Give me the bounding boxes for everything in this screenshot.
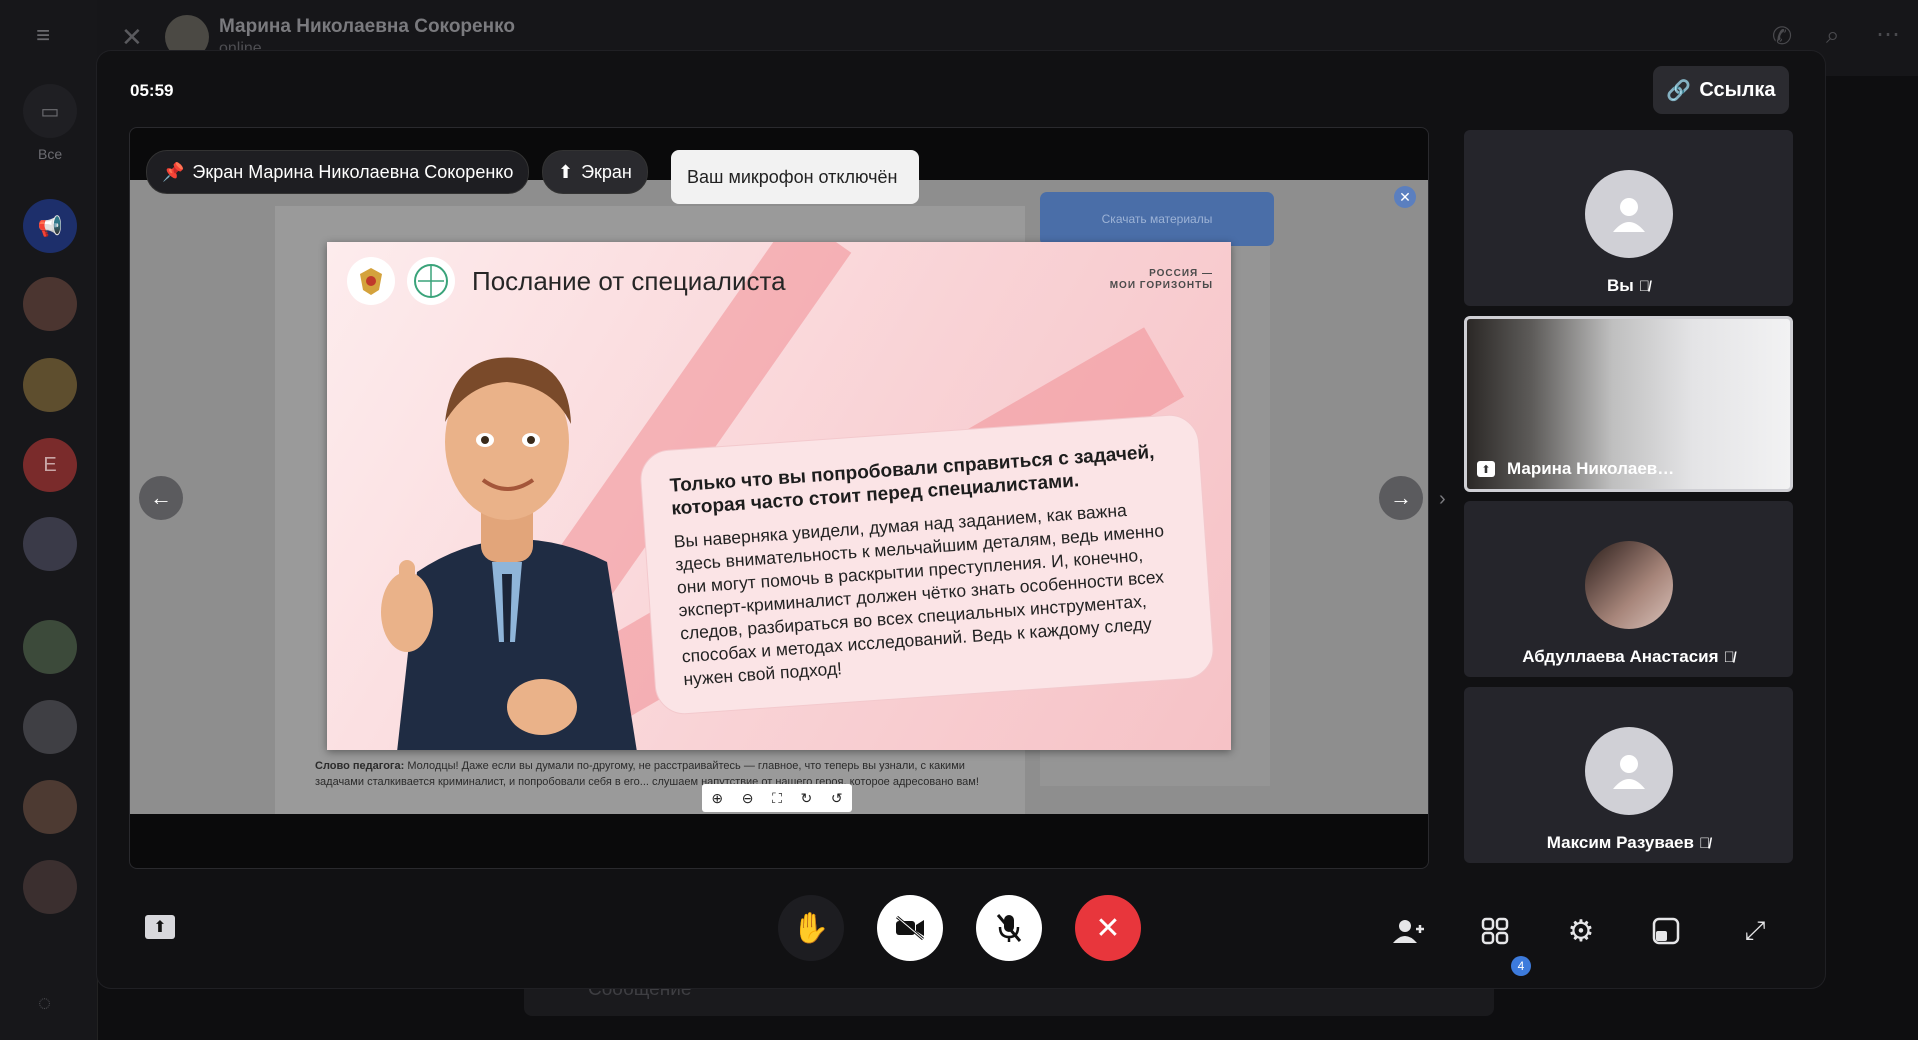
mic-off-icon xyxy=(996,914,1022,942)
expand-icon: ⤢ xyxy=(1744,915,1766,945)
user-placeholder-icon xyxy=(1585,727,1673,815)
participant-tile-abdullaeva[interactable]: Абдуллаева Анастасия 🎙̸ xyxy=(1464,501,1793,677)
messenger-sidebar: ≡ ▭ Все 📢 E ◌ xyxy=(0,0,98,1040)
participant-name: Вы xyxy=(1606,276,1634,295)
camera-off-icon xyxy=(896,915,924,941)
chat-avatar[interactable] xyxy=(23,277,77,331)
slide-brand: РОССИЯ — МОИ ГОРИЗОНТЫ xyxy=(1110,268,1213,292)
link-button-label: Ссылка xyxy=(1699,78,1776,101)
mic-off-icon: 🎙̸ xyxy=(1723,649,1735,666)
chat-bubble-icon[interactable]: ◌ xyxy=(38,990,51,1016)
zoom-toolbar: ⊕ ⊖ ⛶ ↻ ↺ xyxy=(702,784,852,812)
link-icon: 🔗 xyxy=(1666,79,1692,102)
zoom-in-icon[interactable]: ⊕ xyxy=(711,790,723,807)
contact-name: Марина Николаевна Сокоренко xyxy=(219,16,515,37)
folder-all-label: Все xyxy=(38,146,63,162)
settings-button[interactable]: ⚙ xyxy=(1563,913,1599,949)
channel-avatar[interactable]: 📢 xyxy=(23,199,77,253)
participants-icon xyxy=(1393,920,1424,943)
screen-share-icon: ⬆ xyxy=(558,161,574,182)
brand-line-2: МОИ ГОРИЗОНТЫ xyxy=(1109,280,1213,291)
chat-avatar[interactable] xyxy=(23,358,77,412)
picture-in-picture-button[interactable] xyxy=(1648,913,1684,949)
zoom-out-icon[interactable]: ⊖ xyxy=(742,790,754,807)
mic-off-tooltip: Ваш микрофон отключён xyxy=(671,150,919,204)
share-screen-button[interactable]: ⬆ xyxy=(145,915,175,939)
raise-hand-button[interactable]: ✋ xyxy=(778,895,844,961)
grid-layout-button[interactable] xyxy=(1477,913,1513,949)
speech-bubble: Только что вы попробовали справиться с з… xyxy=(638,412,1216,717)
grid-icon xyxy=(1481,917,1509,945)
participant-tile-razuvaev[interactable]: Максим Разуваев 🎙̸ xyxy=(1464,687,1793,863)
call-timer: 05:59 xyxy=(130,81,174,100)
participant-tile-self[interactable]: Вы 🎙̸ xyxy=(1464,130,1793,306)
rotate-left-icon[interactable]: ↺ xyxy=(831,790,843,807)
gear-icon: ⚙ xyxy=(1567,914,1595,948)
download-materials-button: Скачать материалы xyxy=(1040,192,1274,246)
project-logo xyxy=(407,257,455,305)
participant-name: Марина Николаев… xyxy=(1507,459,1675,478)
close-icon[interactable]: ✕ xyxy=(121,22,143,53)
chat-avatar[interactable] xyxy=(23,700,77,754)
officer-character-illustration xyxy=(381,357,637,750)
participant-avatar xyxy=(1585,541,1673,629)
chat-avatar[interactable] xyxy=(23,860,77,914)
screen-share-text: Экран xyxy=(581,161,632,182)
pinned-screen-label[interactable]: 📌 Экран Марина Николаевна Сокоренко xyxy=(146,150,530,194)
participants-button[interactable] xyxy=(1391,913,1427,949)
next-arrow-icon[interactable]: → xyxy=(1379,476,1423,520)
shared-screen: Скачать материалы Слово педагога: Молодц… xyxy=(130,180,1428,814)
phone-icon[interactable]: ✆ xyxy=(1772,22,1792,51)
end-call-button[interactable]: ✕ xyxy=(1075,895,1141,961)
menu-icon[interactable]: ≡ xyxy=(36,22,50,50)
brand-line-1: РОССИЯ — xyxy=(1149,268,1213,279)
search-icon[interactable]: ⌕ xyxy=(1826,22,1839,50)
bubble-text: Вы наверняка увидели, думая над заданием… xyxy=(673,499,1165,690)
mic-off-icon: 🎙̸ xyxy=(1638,278,1651,295)
previous-arrow-icon[interactable]: ← xyxy=(139,476,183,520)
slide-title: Послание от специалиста xyxy=(472,266,786,296)
fullscreen-button[interactable]: ⤢ xyxy=(1737,913,1773,949)
presentation-slide: Послание от специалиста РОССИЯ — МОИ ГОР… xyxy=(327,242,1231,750)
video-call-window: 05:59 🔗 Ссылка Скачать материалы Слово п… xyxy=(97,51,1825,988)
hand-icon: ✋ xyxy=(792,911,830,945)
pip-icon xyxy=(1652,917,1680,945)
chevron-right-icon[interactable]: › xyxy=(1439,488,1446,511)
microphone-toggle-button[interactable] xyxy=(976,895,1042,961)
more-icon[interactable]: ⋯ xyxy=(1876,20,1900,49)
rotate-right-icon[interactable]: ↻ xyxy=(801,790,813,807)
chat-avatar[interactable] xyxy=(23,780,77,834)
participant-tile-marina[interactable]: ⬆ Марина Николаев… xyxy=(1464,316,1793,492)
folder-icon[interactable]: ▭ xyxy=(23,84,77,138)
screen-share-label[interactable]: ⬆ Экран xyxy=(542,150,648,194)
user-placeholder-icon xyxy=(1585,170,1673,258)
participant-name: Абдуллаева Анастасия xyxy=(1522,647,1719,666)
close-icon[interactable]: ✕ xyxy=(1394,186,1416,208)
chat-avatar-letter[interactable]: E xyxy=(23,438,77,492)
coat-of-arms-logo xyxy=(347,257,395,305)
fit-screen-icon[interactable]: ⛶ xyxy=(772,790,782,807)
teacher-note: Слово педагога: Молодцы! Даже если вы ду… xyxy=(315,758,1005,790)
participants-count-badge: 4 xyxy=(1511,956,1531,976)
screen-share-stage: Скачать материалы Слово педагога: Молодц… xyxy=(129,127,1429,869)
screen-share-icon: ⬆ xyxy=(1477,461,1495,477)
pinned-screen-text: Экран Марина Николаевна Сокоренко xyxy=(192,161,514,182)
copy-link-button[interactable]: 🔗 Ссылка xyxy=(1653,66,1789,114)
pin-icon: 📌 xyxy=(162,161,185,182)
participant-name: Максим Разуваев xyxy=(1546,833,1694,852)
close-icon: ✕ xyxy=(1095,911,1121,945)
chat-avatar[interactable] xyxy=(23,517,77,571)
chat-avatar[interactable] xyxy=(23,620,77,674)
teacher-note-label: Слово педагога: xyxy=(315,760,405,772)
teacher-note-text: Молодцы! Даже если вы думали по-другому,… xyxy=(315,760,979,788)
mic-off-icon: 🎙̸ xyxy=(1698,835,1711,852)
camera-toggle-button[interactable] xyxy=(877,895,943,961)
